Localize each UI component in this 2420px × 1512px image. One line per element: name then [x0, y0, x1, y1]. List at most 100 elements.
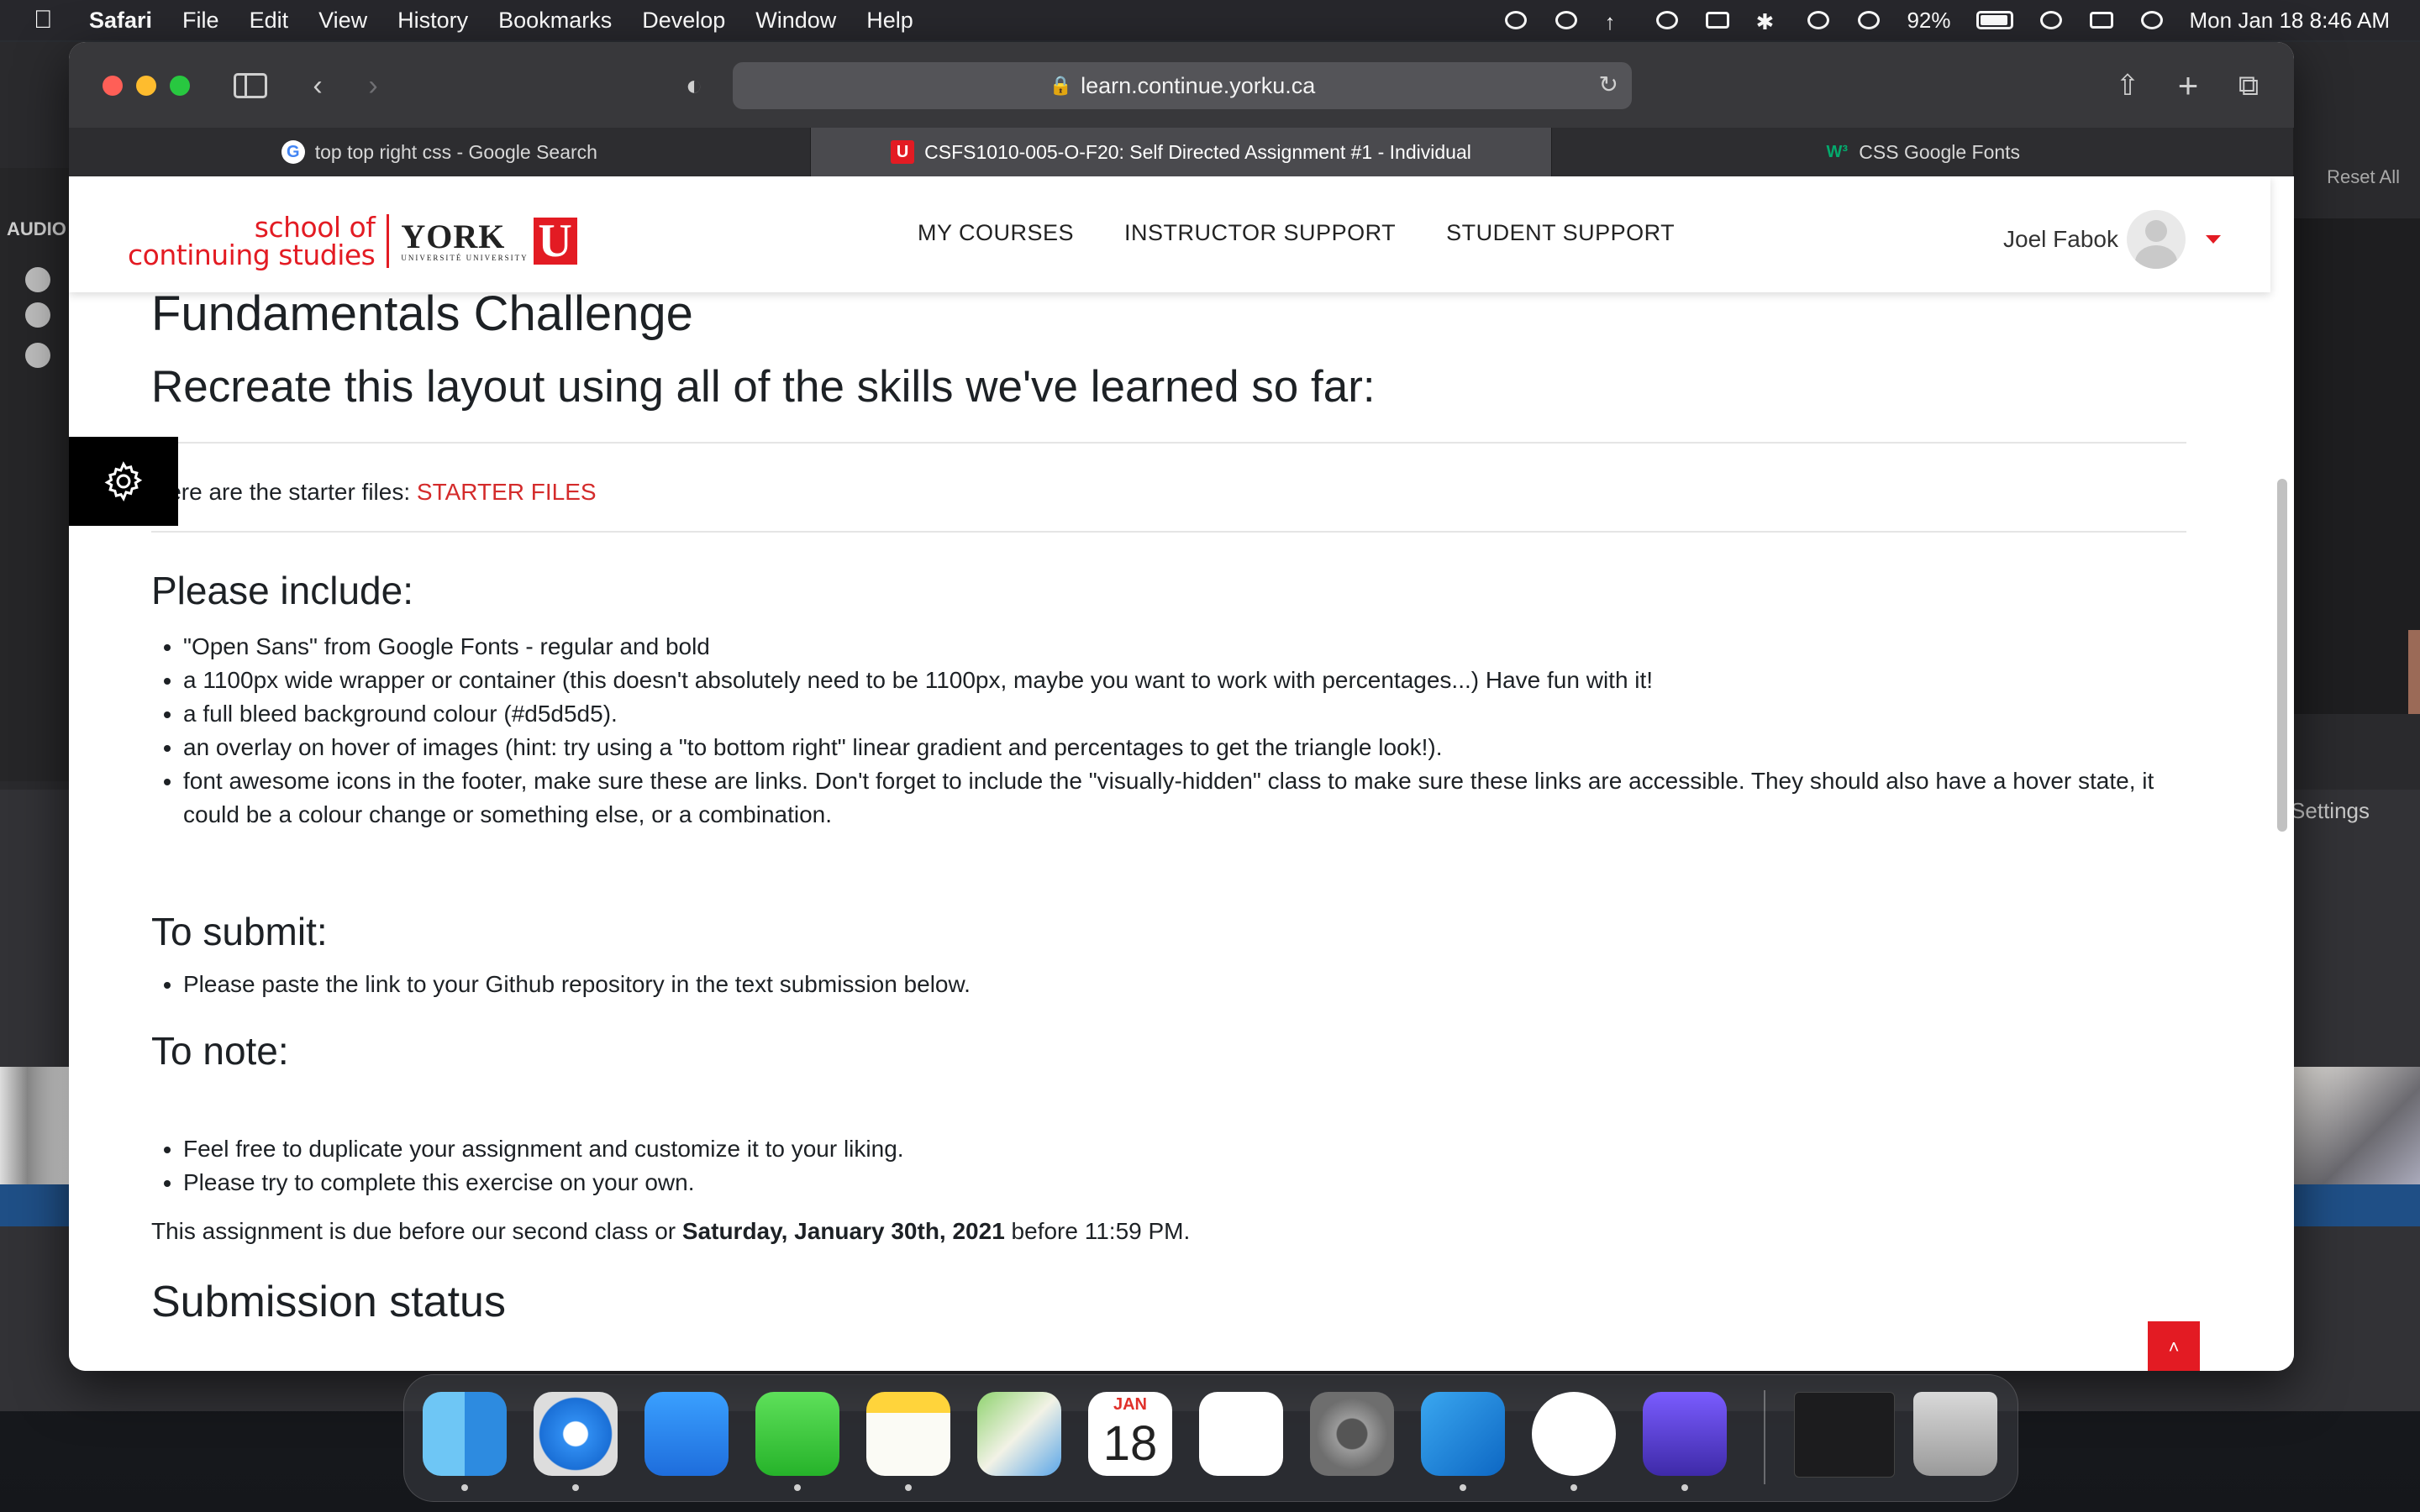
sidebar-toggle-icon[interactable]: [234, 73, 267, 98]
nav-student-support[interactable]: STUDENT SUPPORT: [1446, 220, 1675, 246]
vscode-window-icon[interactable]: [1794, 1392, 1895, 1478]
control-center-icon[interactable]: [2089, 9, 2114, 31]
address-bar[interactable]: 🔒 learn.continue.yorku.ca ↻: [733, 62, 1632, 109]
user-menu[interactable]: Joel Fabok: [2003, 210, 2221, 269]
running-indicator: [461, 1484, 468, 1491]
calendar-month: JAN: [1113, 1395, 1147, 1414]
minimize-window-button[interactable]: [136, 76, 156, 96]
menu-bookmarks[interactable]: Bookmarks: [498, 8, 612, 34]
list-item: Please try to complete this exercise on …: [183, 1166, 2191, 1200]
user-name: Joel Fabok: [2003, 226, 2118, 252]
airdrop-icon[interactable]: [1655, 9, 1680, 31]
scrollbar[interactable]: [2277, 479, 2287, 832]
menu-view[interactable]: View: [318, 8, 367, 34]
imovie-icon[interactable]: [1643, 1392, 1727, 1476]
menu-edit[interactable]: Edit: [250, 8, 289, 34]
include-heading: Please include:: [151, 569, 413, 612]
clock[interactable]: Mon Jan 18 8:46 AM: [2190, 8, 2390, 34]
menu-help[interactable]: Help: [866, 8, 913, 34]
york-wordmark: YORK UNIVERSITÉ UNIVERSITY: [401, 218, 528, 263]
nav-my-courses[interactable]: MY COURSES: [918, 220, 1074, 246]
logo-divider: [387, 214, 390, 268]
airpods-icon[interactable]: ↑: [1604, 9, 1629, 34]
note-list: Feel free to duplicate your assignment a…: [151, 1132, 2191, 1200]
menu-window[interactable]: Window: [755, 8, 836, 34]
running-indicator: [1460, 1484, 1466, 1491]
starter-files-link[interactable]: STARTER FILES: [417, 479, 597, 505]
reminders-icon[interactable]: [1199, 1392, 1283, 1476]
sync-icon[interactable]: [1856, 9, 1881, 31]
running-indicator: [794, 1484, 801, 1491]
keyboard-icon[interactable]: [1705, 9, 1730, 31]
york-text: YORK: [401, 218, 506, 255]
system-preferences-icon[interactable]: [1310, 1392, 1394, 1476]
apple-menu-icon[interactable]: : [34, 8, 59, 33]
forward-icon[interactable]: ›: [356, 67, 390, 104]
back-icon[interactable]: ‹: [301, 67, 334, 104]
spotlight-icon[interactable]: [2039, 9, 2064, 31]
battery-icon[interactable]: [1975, 11, 2013, 29]
tab-css-google-fonts[interactable]: W³ CSS Google Fonts: [1552, 128, 2294, 176]
submit-list: Please paste the link to your Github rep…: [151, 968, 2191, 1001]
audio-panel: [0, 168, 69, 781]
audio-waveform-left: [0, 1184, 69, 1226]
running-indicator: [1681, 1484, 1688, 1491]
scroll-to-top-button[interactable]: ˄: [2148, 1321, 2200, 1371]
maps-icon[interactable]: [977, 1392, 1061, 1476]
safari-icon[interactable]: [534, 1392, 618, 1476]
tab-bar: G top top right css - Google Search U CS…: [69, 128, 2294, 176]
google-icon: G: [281, 140, 305, 164]
starter-files-line: Here are the starter files: STARTER FILE…: [151, 479, 597, 506]
due-prefix: This assignment is due before our second…: [151, 1218, 682, 1244]
tab-google-search[interactable]: G top top right css - Google Search: [69, 128, 811, 176]
submit-heading: To submit:: [151, 910, 328, 953]
trash-icon[interactable]: [1913, 1392, 1997, 1476]
list-item: "Open Sans" from Google Fonts - regular …: [183, 630, 2191, 664]
share-icon[interactable]: ⇧: [2111, 67, 2144, 104]
user-icon[interactable]: [1806, 9, 1831, 31]
new-tab-icon[interactable]: +: [2171, 67, 2205, 104]
web-page: school of continuing studies YORK UNIVER…: [69, 176, 2294, 1371]
running-indicator: [572, 1484, 579, 1491]
submission-status-heading: Submission status: [151, 1278, 506, 1326]
finder-icon[interactable]: [423, 1392, 507, 1476]
zoom-window-button[interactable]: [170, 76, 190, 96]
bluetooth-icon[interactable]: ✱: [1755, 9, 1781, 34]
logo-line-1: school of: [254, 211, 376, 244]
running-indicator: [905, 1484, 912, 1491]
audio-label: AUDIO: [7, 218, 66, 239]
privacy-shield-icon[interactable]: ◐: [677, 67, 711, 104]
page-title: Fundamentals Challenge: [151, 286, 693, 341]
settings-label[interactable]: Settings: [2291, 798, 2370, 824]
messages-icon[interactable]: [755, 1392, 839, 1476]
reset-all-button[interactable]: Reset All: [2327, 166, 2400, 188]
siri-icon[interactable]: [2139, 9, 2165, 31]
list-item: Feel free to duplicate your assignment a…: [183, 1132, 2191, 1166]
menu-app-name[interactable]: Safari: [89, 8, 152, 34]
mail-icon[interactable]: [644, 1392, 729, 1476]
audio-waveform-right: [2294, 1184, 2420, 1226]
notes-icon[interactable]: [866, 1392, 950, 1476]
vscode-icon[interactable]: [1421, 1392, 1505, 1476]
gear-icon: [104, 461, 143, 501]
running-indicator: [1570, 1484, 1577, 1491]
due-date: Saturday, January 30th, 2021: [681, 1218, 1005, 1244]
slack-icon[interactable]: [1532, 1392, 1616, 1476]
menu-develop[interactable]: Develop: [642, 8, 725, 34]
main-nav: MY COURSES INSTRUCTOR SUPPORT STUDENT SU…: [918, 220, 1675, 246]
list-item: an overlay on hover of images (hint: try…: [183, 731, 2191, 764]
reload-icon[interactable]: ↻: [1599, 71, 1618, 98]
settings-gear-button[interactable]: [69, 437, 178, 526]
menu-file[interactable]: File: [182, 8, 219, 34]
brightness-icon[interactable]: [1554, 9, 1579, 31]
calendar-icon[interactable]: JAN 18: [1088, 1392, 1172, 1476]
divider: [151, 442, 2186, 444]
school-logo[interactable]: school of continuing studies YORK UNIVER…: [128, 213, 577, 269]
tab-overview-icon[interactable]: ⧉: [2232, 67, 2265, 104]
close-window-button[interactable]: [103, 76, 123, 96]
tab-assignment[interactable]: U CSFS1010-005-O-F20: Self Directed Assi…: [810, 128, 1553, 176]
nav-instructor-support[interactable]: INSTRUCTOR SUPPORT: [1124, 220, 1396, 246]
menu-history[interactable]: History: [397, 8, 468, 34]
creative-cloud-icon[interactable]: [1503, 9, 1528, 31]
avatar: [2126, 210, 2186, 269]
